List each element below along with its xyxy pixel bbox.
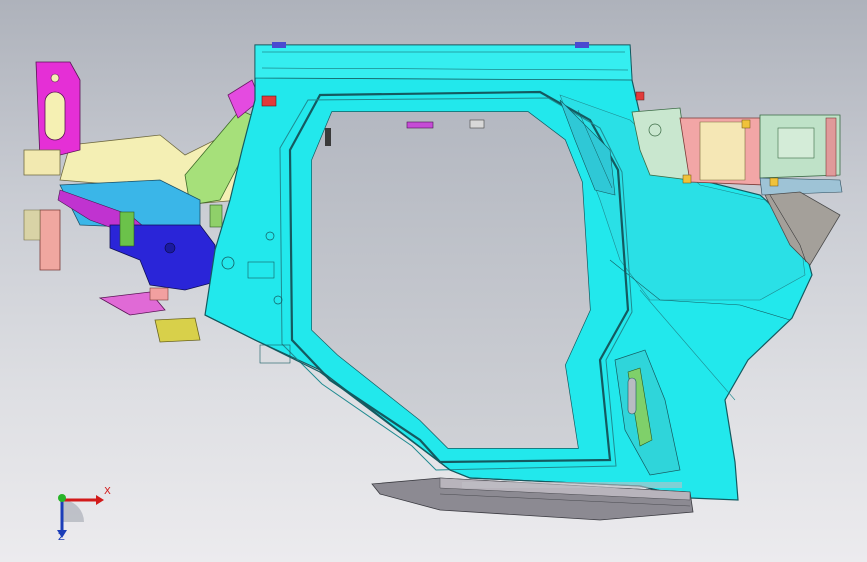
rocker-sill-group: [371, 477, 694, 521]
body-side-outer-panel: [204, 42, 813, 501]
body-side-model[interactable]: [0, 0, 867, 562]
triad-x-label: X: [104, 486, 111, 497]
triad-z-label: Z: [58, 532, 65, 543]
cad-graphics-viewport[interactable]: X Z: [0, 0, 867, 562]
